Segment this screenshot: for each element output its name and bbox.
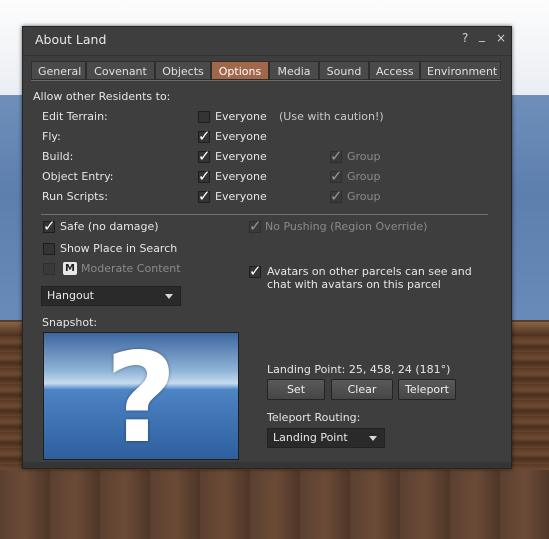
moderate-content-checkbox[interactable] — [43, 263, 55, 275]
snapshot-label: Snapshot: — [42, 316, 98, 329]
teleport-routing-label: Teleport Routing: — [267, 411, 361, 424]
edit-terrain-everyone-label: Everyone — [215, 110, 267, 123]
object-entry-everyone-checkbox[interactable] — [198, 167, 211, 185]
tab-bar: General Covenant Objects Options Media S… — [31, 61, 501, 81]
safe-label: Safe (no damage) — [60, 220, 159, 233]
category-dropdown[interactable]: Hangout — [41, 286, 181, 306]
maturity-moderate-icon: M — [63, 262, 77, 275]
avatars-see-chat-label-line1: Avatars on other parcels can see and — [267, 265, 472, 278]
tab-media[interactable]: Media — [269, 61, 319, 80]
section-divider — [41, 214, 488, 215]
run-scripts-everyone-label: Everyone — [215, 190, 267, 203]
avatars-see-chat-checkbox[interactable] — [249, 262, 262, 280]
run-scripts-everyone-checkbox[interactable] — [198, 187, 211, 205]
tab-objects[interactable]: Objects — [155, 61, 211, 80]
snapshot-picker[interactable]: ? — [43, 332, 239, 460]
avatars-see-chat-label-line2: chat with avatars on this parcel — [267, 278, 441, 291]
window-bottom-edge — [23, 462, 511, 468]
safe-checkbox[interactable] — [43, 217, 56, 235]
close-icon[interactable]: × — [496, 31, 506, 45]
tab-sound[interactable]: Sound — [319, 61, 369, 80]
about-land-window: About Land ? _ × General Covenant Object… — [22, 26, 512, 469]
tab-general[interactable]: General — [31, 61, 86, 80]
object-entry-group-checkbox[interactable] — [330, 167, 343, 185]
window-title: About Land — [35, 32, 107, 47]
run-scripts-group-checkbox[interactable] — [330, 187, 343, 205]
tab-environment[interactable]: Environment — [420, 61, 501, 80]
fly-everyone-label: Everyone — [215, 130, 267, 143]
permissions-heading: Allow other Residents to: — [33, 90, 171, 103]
minimize-icon[interactable]: _ — [479, 28, 485, 42]
object-entry-group-label: Group — [347, 170, 381, 183]
tab-covenant[interactable]: Covenant — [86, 61, 155, 80]
show-in-search-checkbox[interactable] — [43, 243, 55, 255]
edit-terrain-everyone-checkbox[interactable] — [198, 111, 210, 123]
tab-underline — [31, 80, 501, 81]
object-entry-everyone-label: Everyone — [215, 170, 267, 183]
tab-access[interactable]: Access — [369, 61, 420, 80]
title-bar[interactable]: About Land ? _ × — [23, 27, 511, 56]
edit-terrain-caution-note: (Use with caution!) — [279, 110, 384, 123]
build-group-label: Group — [347, 150, 381, 163]
clear-button[interactable]: Clear — [331, 379, 393, 400]
no-pushing-label: No Pushing (Region Override) — [265, 220, 428, 233]
run-scripts-group-label: Group — [347, 190, 381, 203]
chevron-down-icon — [165, 294, 173, 299]
build-group-checkbox[interactable] — [330, 147, 343, 165]
help-icon[interactable]: ? — [462, 31, 468, 45]
show-in-search-label: Show Place in Search — [60, 242, 178, 255]
no-pushing-checkbox[interactable] — [249, 217, 262, 235]
set-button[interactable]: Set — [267, 379, 325, 400]
run-scripts-label: Run Scripts: — [42, 190, 108, 203]
edit-terrain-label: Edit Terrain: — [42, 110, 108, 123]
build-everyone-label: Everyone — [215, 150, 267, 163]
build-label: Build: — [42, 150, 74, 163]
tab-options[interactable]: Options — [211, 61, 269, 80]
question-mark-icon: ? — [105, 332, 177, 460]
deck-floor — [0, 470, 549, 539]
build-everyone-checkbox[interactable] — [198, 147, 211, 165]
category-dropdown-value: Hangout — [47, 289, 94, 302]
landing-point-text: Landing Point: 25, 458, 24 (181°) — [267, 363, 451, 376]
moderate-content-label: Moderate Content — [81, 262, 181, 275]
fly-everyone-checkbox[interactable] — [198, 127, 211, 145]
fly-label: Fly: — [42, 130, 61, 143]
object-entry-label: Object Entry: — [42, 170, 114, 183]
chevron-down-icon — [369, 436, 377, 441]
teleport-routing-value: Landing Point — [273, 431, 348, 444]
teleport-routing-dropdown[interactable]: Landing Point — [267, 428, 385, 448]
teleport-button[interactable]: Teleport — [398, 379, 456, 400]
